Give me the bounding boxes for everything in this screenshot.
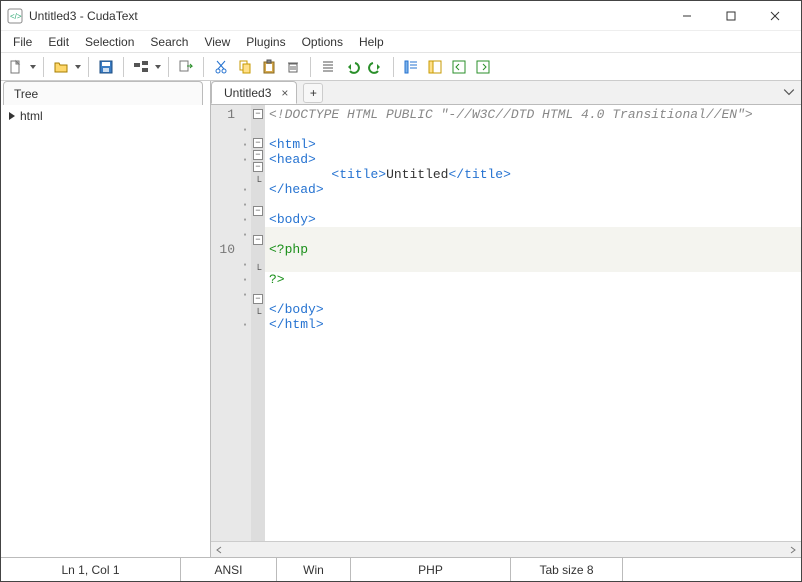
tab-close-icon[interactable]: × (281, 86, 288, 100)
toolbar-sync-button[interactable] (175, 56, 197, 78)
toolbar-undo-button[interactable] (341, 56, 363, 78)
menu-options[interactable]: Options (294, 33, 351, 51)
sidebar: Tree html (1, 81, 211, 557)
toolbar-goto-button[interactable] (472, 56, 494, 78)
body: Tree html Untitled3 × + 110 ··········· (1, 81, 801, 557)
menu-file[interactable]: File (5, 33, 40, 51)
tree-item-label: html (20, 109, 43, 123)
menu-edit[interactable]: Edit (40, 33, 77, 51)
code-area: 110 ··········· −−−−└−−└−└ <!DOCTYPE HTM… (211, 105, 801, 541)
titlebar: </> Untitled3 - CudaText (1, 1, 801, 31)
status-lexer[interactable]: PHP (351, 558, 511, 581)
tree-panel: html (1, 105, 210, 557)
toolbar-delete-button[interactable] (282, 56, 304, 78)
toolbar-cut-button[interactable] (210, 56, 232, 78)
scroll-track[interactable] (227, 542, 785, 557)
plus-icon: + (310, 86, 317, 100)
window-maximize-button[interactable] (709, 2, 753, 30)
new-tab-button[interactable]: + (303, 83, 323, 103)
gutter-line-numbers: 110 (211, 105, 239, 541)
status-tabsize[interactable]: Tab size 8 (511, 558, 623, 581)
app-icon: </> (7, 8, 23, 24)
scroll-right-icon[interactable] (785, 542, 801, 557)
toolbar-paste-button[interactable] (258, 56, 280, 78)
toolbar-folder-tree-caret[interactable] (154, 64, 162, 70)
status-line-ending[interactable]: Win (277, 558, 351, 581)
status-spacer (623, 558, 801, 581)
status-position[interactable]: Ln 1, Col 1 (1, 558, 181, 581)
statusbar: Ln 1, Col 1 ANSI Win PHP Tab size 8 (1, 557, 801, 581)
toolbar-new-file-caret[interactable] (29, 64, 37, 70)
menu-selection[interactable]: Selection (77, 33, 142, 51)
code-view[interactable]: <!DOCTYPE HTML PUBLIC "-//W3C//DTD HTML … (265, 105, 801, 541)
status-encoding[interactable]: ANSI (181, 558, 277, 581)
horizontal-scrollbar[interactable] (211, 541, 801, 557)
toolbar-unindent-button[interactable] (317, 56, 339, 78)
menubar: File Edit Selection Search View Plugins … (1, 31, 801, 53)
tree-item-html[interactable]: html (7, 109, 204, 123)
window-close-button[interactable] (753, 2, 797, 30)
menu-help[interactable]: Help (351, 33, 392, 51)
editor: Untitled3 × + 110 ··········· −−−−└−−└−└… (211, 81, 801, 557)
file-tab-untitled3[interactable]: Untitled3 × (211, 81, 297, 104)
svg-text:</>: </> (10, 12, 22, 21)
window-minimize-button[interactable] (665, 2, 709, 30)
scroll-left-icon[interactable] (211, 542, 227, 557)
toolbar-save-button[interactable] (95, 56, 117, 78)
chevron-right-icon (7, 111, 17, 121)
tab-bar: Untitled3 × + (211, 81, 801, 105)
toolbar (1, 53, 801, 81)
tab-overflow-button[interactable] (783, 86, 795, 98)
menu-plugins[interactable]: Plugins (238, 33, 293, 51)
menu-search[interactable]: Search (142, 33, 196, 51)
menu-view[interactable]: View (196, 33, 238, 51)
toolbar-redo-button[interactable] (365, 56, 387, 78)
toolbar-folder-tree-button[interactable] (130, 56, 152, 78)
toolbar-open-button[interactable] (50, 56, 72, 78)
toolbar-new-file-button[interactable] (5, 56, 27, 78)
toolbar-copy-button[interactable] (234, 56, 256, 78)
toolbar-open-caret[interactable] (74, 64, 82, 70)
sidebar-panel-title: Tree (14, 87, 38, 101)
toolbar-sidepanel-button[interactable] (424, 56, 446, 78)
file-tab-label: Untitled3 (224, 86, 271, 100)
window-title: Untitled3 - CudaText (29, 9, 138, 23)
sidebar-panel-tab-tree[interactable]: Tree (3, 81, 203, 105)
toolbar-minimap-button[interactable] (400, 56, 422, 78)
gutter-fold[interactable]: −−−−└−−└−└ (251, 105, 265, 541)
toolbar-wrap-button[interactable] (448, 56, 470, 78)
gutter-marks: ··········· (239, 105, 251, 541)
